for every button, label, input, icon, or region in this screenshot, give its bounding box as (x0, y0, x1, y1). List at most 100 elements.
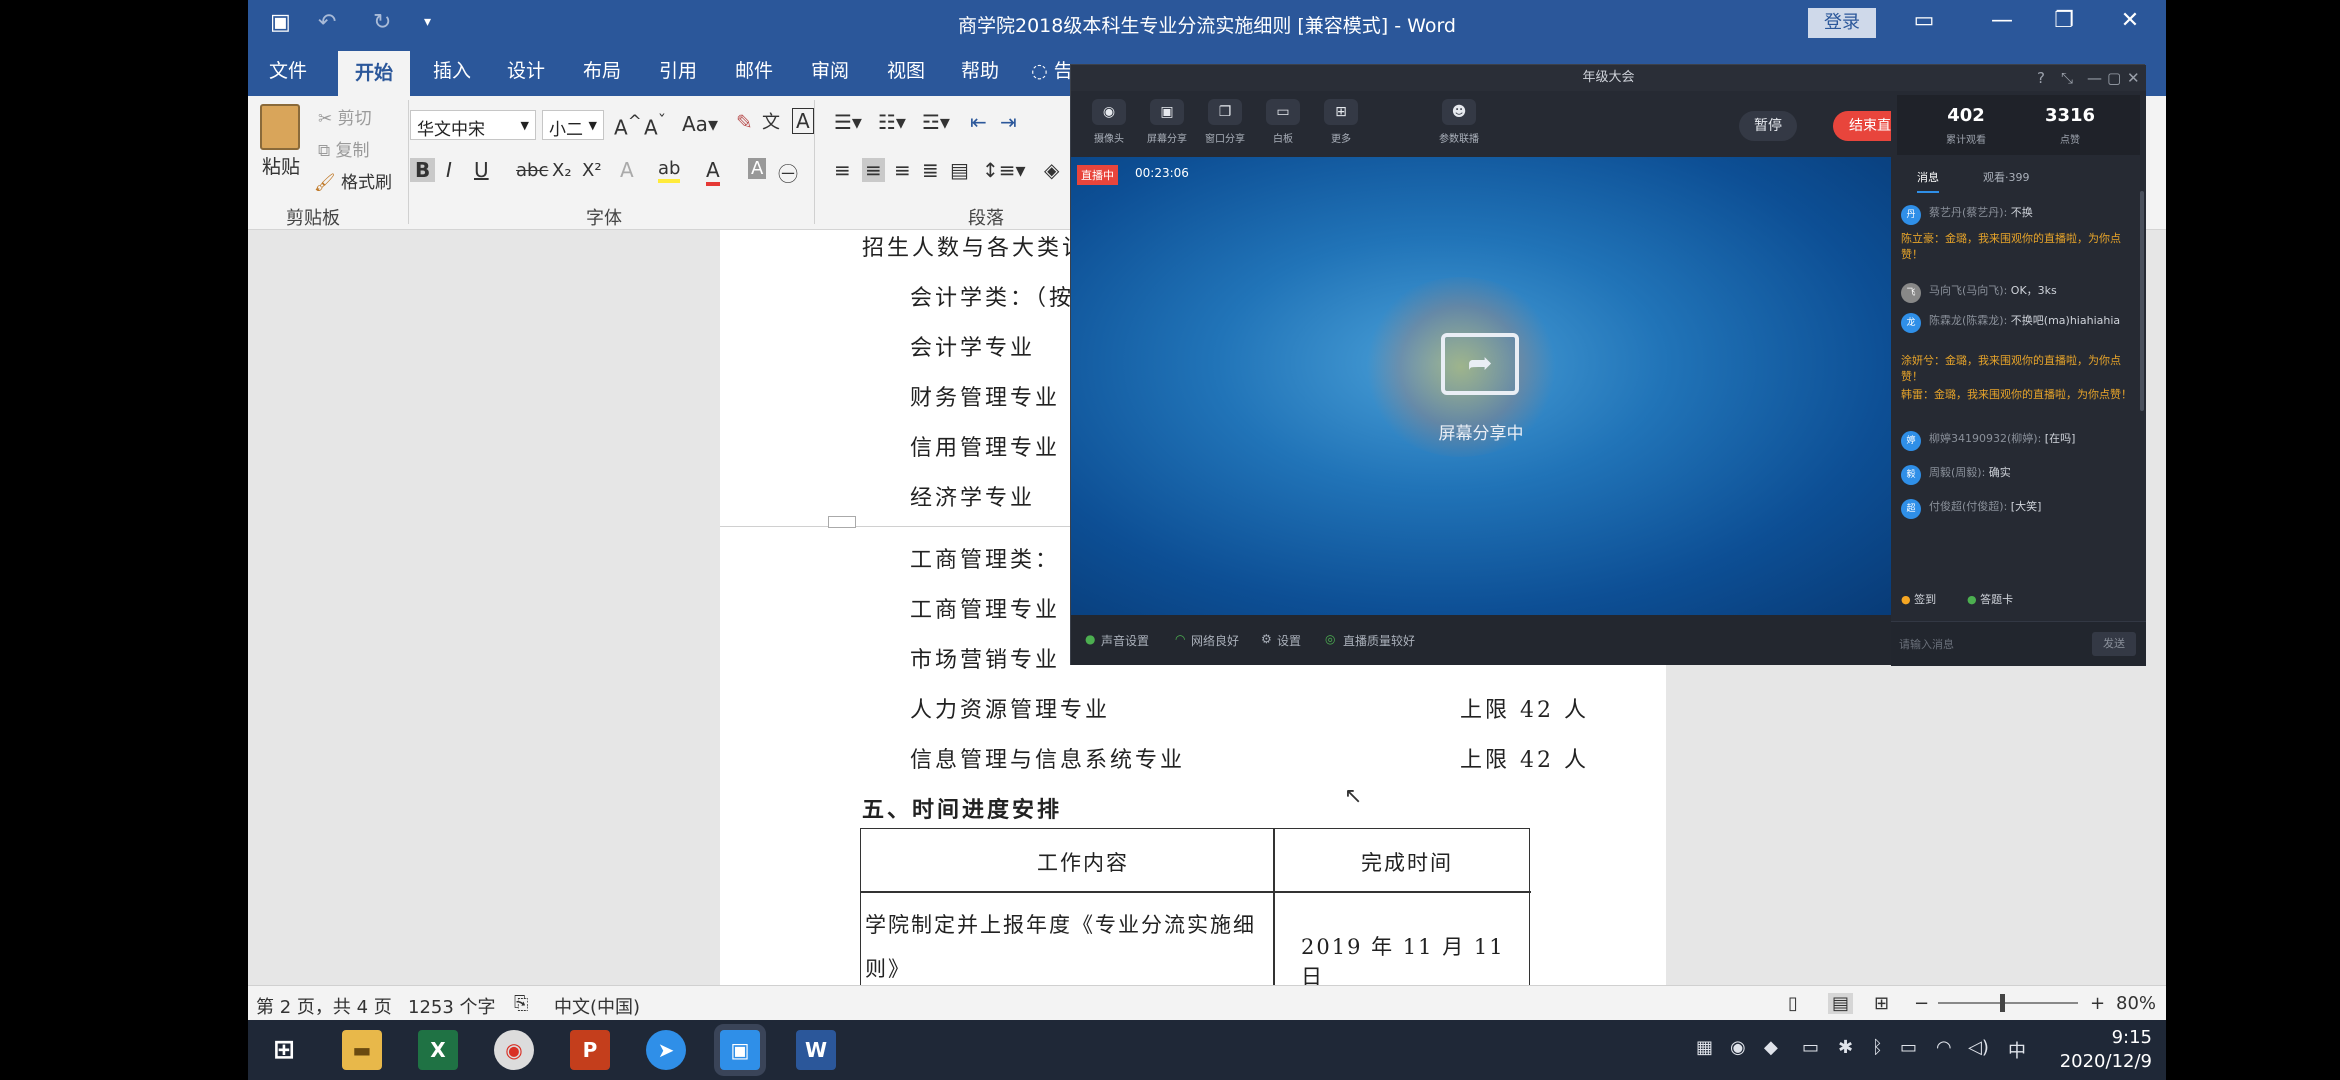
align-center-icon[interactable]: ≡ (862, 158, 885, 182)
wifi-icon[interactable]: ◠ (1936, 1037, 1952, 1058)
bluetooth-icon[interactable]: ᛒ (1872, 1037, 1883, 1058)
enclosed-character-icon[interactable]: ㊀ (778, 158, 798, 187)
shading-icon[interactable]: ◈ (1044, 158, 1059, 182)
battery-icon[interactable]: ▭ (1900, 1037, 1917, 1058)
start-icon[interactable]: ⊞ (264, 1030, 304, 1070)
zoom-slider[interactable] (1938, 1002, 2078, 1004)
pin-icon[interactable]: ⤡ (2061, 65, 2073, 91)
zoom-in-icon[interactable]: + (2090, 993, 2105, 1014)
tray-app-icon[interactable]: ◉ (1730, 1037, 1746, 1058)
format-painter-button[interactable]: 🖌 格式刷 (314, 168, 392, 193)
clipboard-icon[interactable] (260, 104, 300, 150)
font-color-icon[interactable]: A (706, 158, 720, 186)
dingtalk-icon[interactable]: ➤ (646, 1030, 686, 1070)
powerpoint-icon[interactable]: P (570, 1030, 610, 1070)
pause-button[interactable]: 暂停 (1739, 111, 1797, 141)
close-icon[interactable]: ✕ (2110, 8, 2150, 33)
tray-app-icon[interactable]: ✱ (1838, 1037, 1853, 1058)
tab-view[interactable]: 视图 (874, 47, 938, 96)
character-shading-icon[interactable]: A (748, 158, 766, 179)
tab-references[interactable]: 引用 (646, 47, 710, 96)
table-move-handle[interactable] (828, 516, 856, 528)
ribbon-display-icon[interactable]: ▭ (1904, 8, 1944, 33)
underline-icon[interactable]: U (474, 158, 489, 182)
tab-review[interactable]: 审阅 (798, 47, 862, 96)
justify-icon[interactable]: ≣ (922, 158, 939, 182)
more-button[interactable]: ⊞更多 (1317, 99, 1365, 145)
change-case-icon[interactable]: Aa▾ (682, 112, 718, 136)
gear-icon[interactable]: ⚙ (1261, 632, 1272, 646)
clear-formatting-icon[interactable]: ✎ (736, 110, 753, 134)
shrink-font-icon[interactable]: Aˇ (644, 112, 666, 140)
maximize-icon[interactable]: ▢ (2107, 65, 2121, 91)
strikethrough-icon[interactable]: abc (516, 160, 548, 181)
excel-icon[interactable]: X (418, 1030, 458, 1070)
tray-app-icon[interactable]: ▭ (1802, 1037, 1819, 1058)
audio-settings[interactable]: 声音设置 (1101, 632, 1149, 649)
increase-indent-icon[interactable]: ⇥ (1000, 110, 1017, 134)
web-layout-icon[interactable]: ⊞ (1874, 993, 1889, 1014)
align-left-icon[interactable]: ≡ (834, 158, 851, 182)
character-border-icon[interactable]: A (792, 108, 814, 134)
zoom-level[interactable]: 80% (2116, 993, 2156, 1014)
italic-icon[interactable]: I (446, 158, 452, 182)
phonetic-guide-icon[interactable]: 文 (762, 108, 780, 134)
multilevel-list-icon[interactable]: ☲▾ (922, 110, 950, 134)
line-spacing-icon[interactable]: ↕≡▾ (982, 158, 1026, 182)
cut-button[interactable]: ✂ 剪切 (318, 104, 372, 129)
read-mode-icon[interactable]: ▯ (1788, 993, 1798, 1014)
chrome-icon[interactable]: ◉ (494, 1030, 534, 1070)
live-app-icon[interactable]: ▣ (720, 1030, 760, 1070)
whiteboard-button[interactable]: ▭白板 (1259, 99, 1307, 145)
tab-viewers[interactable]: 观看·399 (1983, 169, 2030, 185)
copy-button[interactable]: ⧉ 复制 (318, 136, 370, 161)
tray-app-icon[interactable]: ◆ (1764, 1037, 1778, 1058)
clock[interactable]: 9:15 2020/12/9 (2060, 1026, 2152, 1074)
tab-mailings[interactable]: 邮件 (722, 47, 786, 96)
grow-font-icon[interactable]: A^ (614, 112, 642, 140)
sign-in-button[interactable]: ● 签到 (1901, 591, 1936, 607)
tab-messages[interactable]: 消息 (1917, 169, 1939, 193)
file-explorer-icon[interactable]: ▬ (342, 1030, 382, 1070)
chat-input[interactable]: 请输入消息 (1899, 636, 1954, 652)
tab-home[interactable]: 开始 (338, 51, 410, 96)
align-right-icon[interactable]: ≡ (894, 158, 911, 182)
subscript-icon[interactable]: X₂ (552, 160, 572, 181)
ime-indicator[interactable]: 中 (2008, 1037, 2026, 1063)
zoom-out-icon[interactable]: − (1914, 993, 1929, 1014)
minimize-icon[interactable]: — (2087, 65, 2102, 91)
page-indicator[interactable]: 第 2 页，共 4 页 (256, 993, 392, 1019)
bold-icon[interactable]: B (410, 158, 435, 182)
volume-icon[interactable]: ◁) (1968, 1037, 1989, 1058)
tab-file[interactable]: 文件 (256, 47, 320, 96)
close-icon[interactable]: ✕ (2127, 65, 2140, 91)
minimize-icon[interactable]: — (1982, 8, 2022, 33)
help-icon[interactable]: ? (2037, 65, 2045, 91)
zoom-slider-thumb[interactable] (2000, 994, 2005, 1012)
decrease-indent-icon[interactable]: ⇤ (970, 110, 987, 134)
send-button[interactable]: 发送 (2092, 632, 2136, 656)
tab-insert[interactable]: 插入 (420, 47, 484, 96)
co-stream-button[interactable]: ☻参数联播 (1429, 99, 1489, 145)
word-count[interactable]: 1253 个字 (408, 993, 496, 1019)
login-button[interactable]: 登录 (1808, 8, 1876, 38)
settings-button[interactable]: 设置 (1277, 632, 1301, 649)
tray-app-icon[interactable]: ▦ (1696, 1037, 1713, 1058)
maximize-icon[interactable]: ❐ (2044, 8, 2084, 33)
font-size-select[interactable]: 小二▼ (542, 110, 604, 140)
chat-scrollbar[interactable] (2140, 191, 2144, 411)
distributed-icon[interactable]: ▤ (950, 158, 969, 182)
numbering-icon[interactable]: ☷▾ (878, 110, 906, 134)
language-indicator[interactable]: 中文(中国) (554, 993, 640, 1019)
print-layout-icon[interactable]: ▤ (1828, 993, 1853, 1014)
answer-card-button[interactable]: ● 答题卡 (1967, 591, 2013, 607)
tab-layout[interactable]: 布局 (570, 47, 634, 96)
bullets-icon[interactable]: ☰▾ (834, 110, 862, 134)
highlight-icon[interactable]: ab (658, 158, 680, 183)
tab-design[interactable]: 设计 (494, 47, 558, 96)
camera-button[interactable]: ◉摄像头 (1085, 99, 1133, 145)
superscript-icon[interactable]: X² (582, 160, 602, 181)
screen-share-button[interactable]: ▣屏幕分享 (1143, 99, 1191, 145)
paste-button[interactable]: 粘贴 (262, 152, 300, 179)
tab-help[interactable]: 帮助 (948, 47, 1012, 96)
